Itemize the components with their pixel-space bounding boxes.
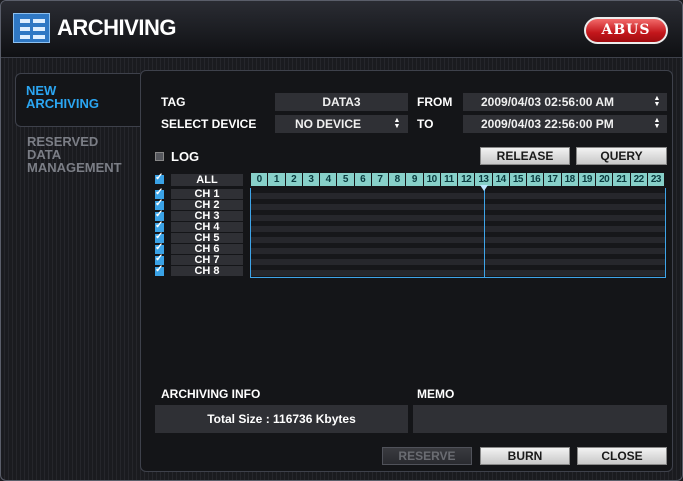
tab-label-line: MANAGEMENT	[27, 160, 122, 175]
hour-cell[interactable]: 10	[423, 173, 440, 186]
hour-cell[interactable]: 18	[561, 173, 578, 186]
hour-cell[interactable]: 23	[647, 173, 664, 186]
close-button[interactable]: CLOSE	[577, 447, 667, 465]
hour-cell[interactable]: 20	[596, 173, 613, 186]
channel-label: CH 8	[171, 266, 243, 277]
tag-field[interactable]: DATA3	[275, 93, 408, 111]
hour-cell[interactable]: 3	[302, 173, 319, 186]
all-checkbox[interactable]	[155, 172, 164, 184]
burn-button[interactable]: BURN	[480, 447, 570, 465]
tab-label-line: ARCHIVING	[26, 96, 99, 111]
hour-cell[interactable]: 21	[613, 173, 630, 186]
channel-checkbox[interactable]	[155, 264, 164, 276]
tag-label: TAG	[161, 95, 186, 109]
from-label: FROM	[417, 95, 453, 109]
hour-cell[interactable]: 15	[509, 173, 526, 186]
hour-cell[interactable]: 19	[578, 173, 595, 186]
title-bar: ARCHIVING ABUS	[1, 1, 682, 58]
channel-label: CH 7	[171, 255, 243, 266]
to-value: 2009/04/03 22:56:00 PM	[481, 117, 614, 131]
window-title: ARCHIVING	[57, 15, 176, 40]
query-button[interactable]: QUERY	[576, 147, 667, 165]
time-cursor[interactable]	[484, 188, 485, 278]
all-label: ALL	[171, 174, 243, 186]
release-button[interactable]: RELEASE	[480, 147, 570, 165]
channel-label: CH 5	[171, 233, 243, 244]
archive-list-icon	[13, 13, 50, 43]
hour-cell[interactable]: 16	[527, 173, 544, 186]
from-value: 2009/04/03 02:56:00 AM	[481, 95, 614, 109]
hour-cell[interactable]: 12	[458, 173, 475, 186]
hour-cell[interactable]: 17	[544, 173, 561, 186]
select-device-label: SELECT DEVICE	[161, 117, 257, 131]
hour-cell[interactable]: 22	[630, 173, 647, 186]
abus-logo: ABUS	[584, 17, 668, 44]
device-value: NO DEVICE	[295, 117, 362, 131]
hour-cell[interactable]: 11	[440, 173, 457, 186]
time-cursor-handle[interactable]	[480, 185, 488, 191]
from-field[interactable]: 2009/04/03 02:56:00 AM	[463, 93, 667, 111]
hour-cell[interactable]: 0	[251, 173, 268, 186]
hour-cell[interactable]: 7	[371, 173, 388, 186]
to-field[interactable]: 2009/04/03 22:56:00 PM	[463, 115, 667, 133]
device-select[interactable]: NO DEVICE	[275, 115, 408, 133]
channel-label: CH 6	[171, 244, 243, 255]
tab-reserved-data-management[interactable]: RESERVED DATA MANAGEMENT	[15, 135, 147, 174]
up-down-arrows-icon[interactable]: ▲ ▼	[651, 117, 663, 131]
to-label: TO	[417, 117, 434, 131]
hour-cell[interactable]: 14	[492, 173, 509, 186]
tab-new-archiving[interactable]: NEW ARCHIVING	[15, 73, 140, 127]
channel-label: CH 3	[171, 211, 243, 222]
memo-label: MEMO	[417, 387, 455, 401]
hour-cell[interactable]: 2	[285, 173, 302, 186]
log-label: LOG	[171, 149, 200, 164]
total-size: Total Size : 116736 Kbytes	[155, 405, 408, 433]
up-down-arrows-icon[interactable]: ▲ ▼	[651, 95, 663, 109]
channel-label: CH 4	[171, 222, 243, 233]
archiving-info-label: ARCHIVING INFO	[161, 387, 261, 401]
log-checkbox[interactable]	[155, 152, 164, 161]
hour-cell[interactable]: 4	[320, 173, 337, 186]
hour-cell[interactable]: 9	[406, 173, 423, 186]
memo-field[interactable]	[413, 405, 667, 433]
hour-cell[interactable]: 1	[268, 173, 285, 186]
hour-cell[interactable]: 8	[389, 173, 406, 186]
reserve-button[interactable]: RESERVE	[382, 447, 472, 465]
up-down-arrows-icon[interactable]: ▲ ▼	[391, 117, 403, 131]
channel-label: CH 2	[171, 200, 243, 211]
channel-label: CH 1	[171, 189, 243, 200]
archiving-window: ARCHIVING ABUS NEW ARCHIVING RESERVED DA…	[0, 0, 683, 481]
timeline-grid[interactable]	[250, 188, 666, 278]
hour-cell[interactable]: 5	[337, 173, 354, 186]
hour-header: 0 1 2 3 4 5 6 7 8 9 10 11 12 13 14 15 16 17 18 19 20 21 22 23	[251, 173, 665, 186]
hour-cell[interactable]: 6	[354, 173, 371, 186]
